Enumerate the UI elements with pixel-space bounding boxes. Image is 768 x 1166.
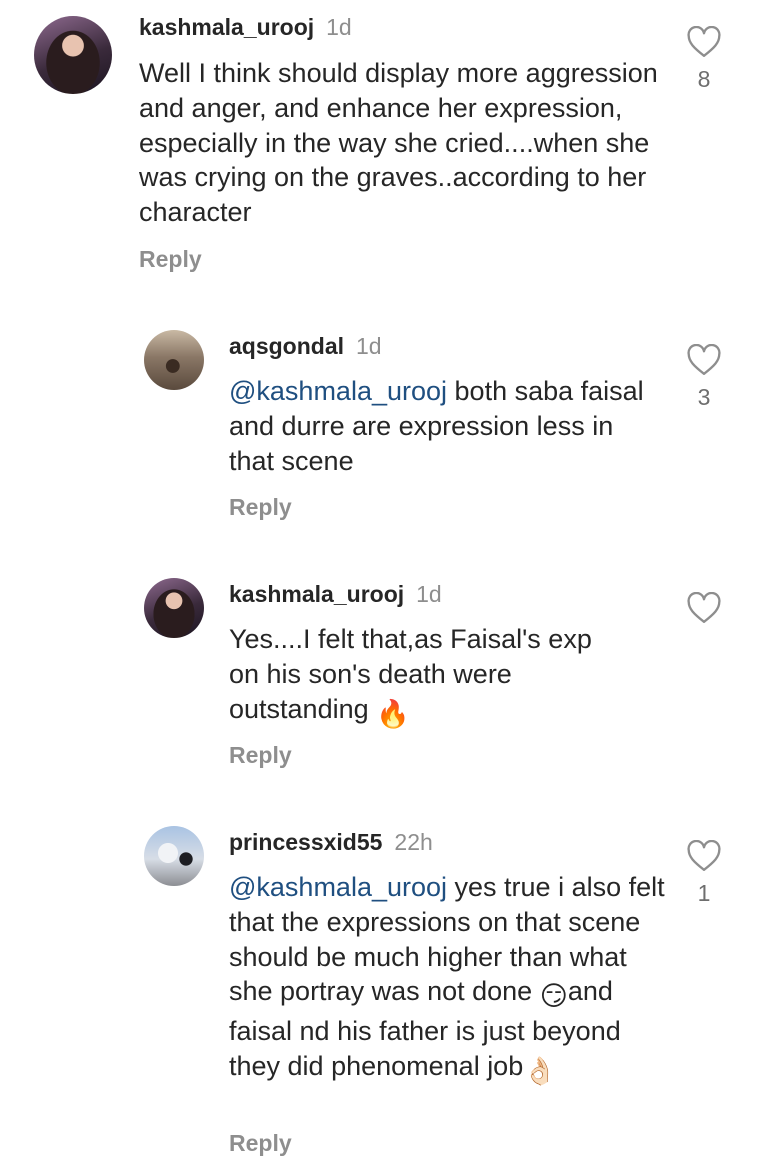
- comment-header: princessxid55 22h: [229, 829, 433, 856]
- avatar[interactable]: [34, 16, 112, 94]
- ok-hand-emoji-icon: 👌🏻: [523, 1055, 557, 1086]
- reply-button[interactable]: Reply: [229, 1130, 292, 1157]
- comment-text: Well I think should display more aggress…: [139, 58, 658, 228]
- timestamp: 1d: [356, 333, 382, 359]
- timestamp: 1d: [326, 14, 352, 40]
- like-button[interactable]: [684, 592, 724, 624]
- like-button[interactable]: 3: [684, 344, 724, 411]
- heart-outline-icon: [687, 840, 721, 871]
- timestamp: 1d: [416, 581, 442, 607]
- like-count: 3: [697, 384, 711, 410]
- like-button[interactable]: 8: [684, 26, 724, 93]
- avatar[interactable]: [144, 330, 204, 390]
- username[interactable]: kashmala_urooj: [139, 14, 314, 40]
- avatar[interactable]: [144, 826, 204, 886]
- smirk-emoji-icon: 😏: [539, 981, 568, 1012]
- username[interactable]: aqsgondal: [229, 333, 344, 359]
- comment-header: kashmala_urooj 1d: [229, 581, 442, 608]
- comment-header: aqsgondal 1d: [229, 333, 382, 360]
- like-button[interactable]: 1: [684, 840, 724, 907]
- reply-button[interactable]: Reply: [229, 494, 292, 521]
- heart-outline-icon: [687, 592, 721, 623]
- like-count: 1: [697, 880, 711, 906]
- timestamp: 22h: [394, 829, 433, 855]
- comment-body: Yes....I felt that,as Faisal's exp on hi…: [229, 624, 592, 724]
- username[interactable]: princessxid55: [229, 829, 382, 855]
- reply-button[interactable]: Reply: [229, 742, 292, 769]
- like-count: 8: [697, 66, 711, 92]
- heart-outline-icon: [687, 26, 721, 57]
- comment-text: @kashmala_urooj yes true i also felt tha…: [229, 870, 669, 1089]
- fire-emoji-icon: 🔥: [376, 698, 410, 729]
- mention-link[interactable]: @kashmala_urooj: [229, 376, 447, 406]
- avatar[interactable]: [144, 578, 204, 638]
- comment-header: kashmala_urooj 1d: [139, 14, 352, 41]
- comment-text: @kashmala_urooj both saba faisal and dur…: [229, 374, 649, 478]
- username[interactable]: kashmala_urooj: [229, 581, 404, 607]
- heart-outline-icon: [687, 344, 721, 375]
- mention-link[interactable]: @kashmala_urooj: [229, 872, 447, 902]
- comment-text: Yes....I felt that,as Faisal's exp on hi…: [229, 622, 629, 731]
- reply-button[interactable]: Reply: [139, 246, 202, 273]
